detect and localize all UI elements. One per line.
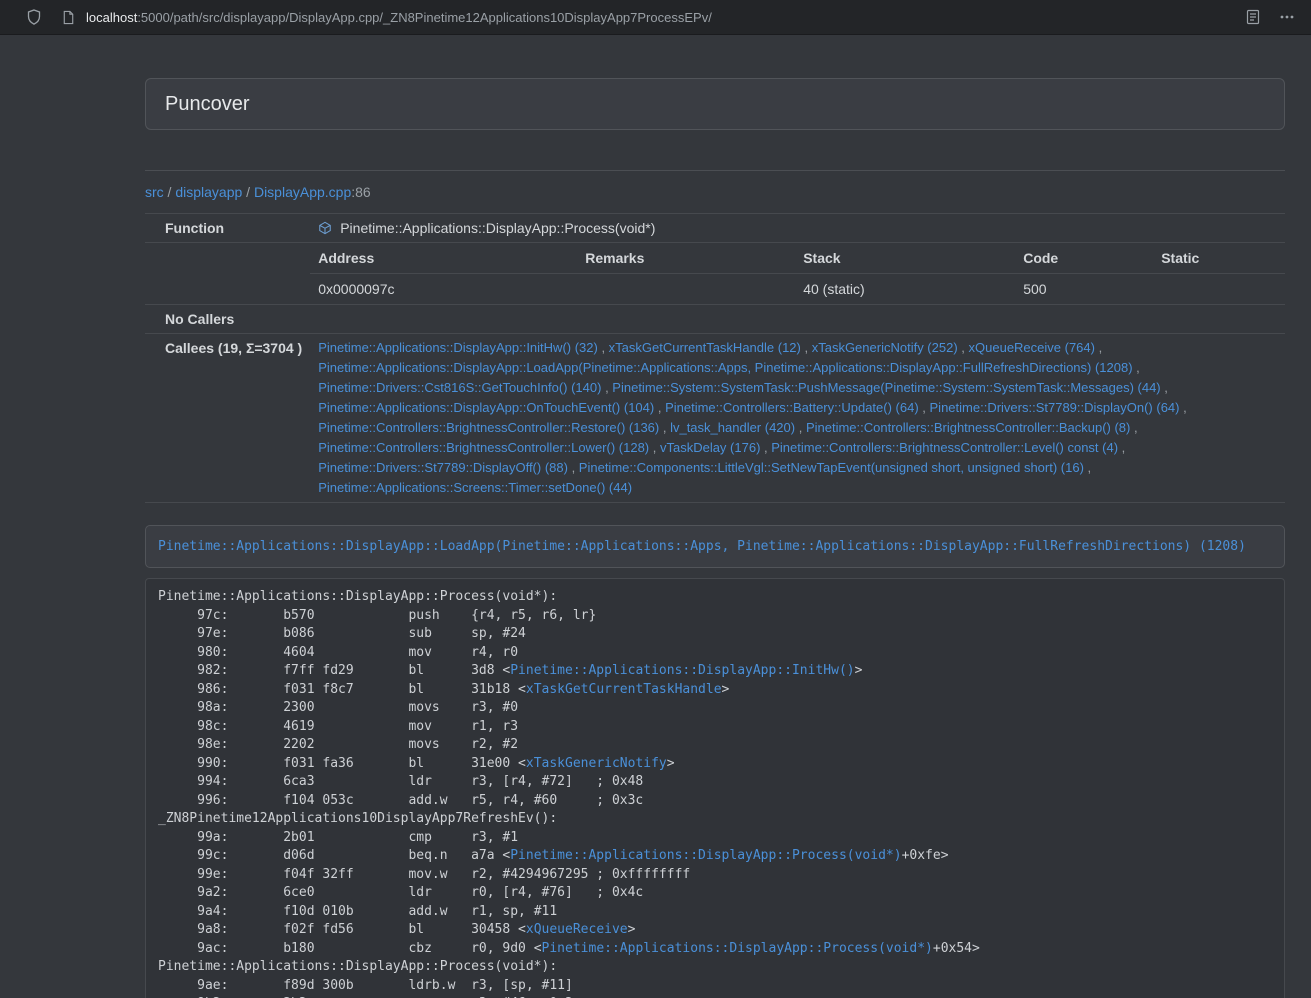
- callee-separator: ,: [760, 440, 771, 455]
- callee-separator: ,: [1130, 420, 1137, 435]
- callee-separator: ,: [1180, 400, 1187, 415]
- empty-row-label: [145, 243, 310, 305]
- function-stats-table: Address Remarks Stack Code Static 0x0000…: [310, 243, 1285, 304]
- disassembly-code: Pinetime::Applications::DisplayApp::Proc…: [145, 578, 1285, 998]
- callers-cell: [310, 305, 1285, 334]
- address-value: 0x0000097c: [310, 274, 577, 305]
- table-row: No Callers: [145, 305, 1285, 334]
- remarks-value: [577, 274, 795, 305]
- callee-separator: ,: [654, 400, 665, 415]
- disassembly-symbol-link[interactable]: xQueueReceive: [526, 922, 628, 937]
- table-row: Callees (19, Σ=3704 ) Pinetime::Applicat…: [145, 334, 1285, 503]
- shield-icon[interactable]: [24, 7, 44, 27]
- breadcrumb-link[interactable]: displayapp: [175, 184, 242, 200]
- code-value: 500: [1015, 274, 1153, 305]
- url-host: localhost: [86, 10, 137, 25]
- disassembly-symbol-link[interactable]: xTaskGenericNotify: [526, 756, 667, 771]
- callee-link[interactable]: Pinetime::System::SystemTask::PushMessag…: [612, 380, 1160, 395]
- page-title: Puncover: [165, 92, 1265, 116]
- callee-link[interactable]: Pinetime::Components::LittleVgl::SetNewT…: [579, 460, 1084, 475]
- callee-link[interactable]: Pinetime::Applications::DisplayApp::Init…: [318, 340, 598, 355]
- callee-link[interactable]: Pinetime::Controllers::BrightnessControl…: [771, 440, 1118, 455]
- callee-link[interactable]: Pinetime::Applications::DisplayApp::Load…: [318, 360, 1132, 375]
- callee-separator: ,: [919, 400, 930, 415]
- function-name-cell: Pinetime::Applications::DisplayApp::Proc…: [310, 214, 1285, 243]
- disassembly-symbol-link[interactable]: xTaskGetCurrentTaskHandle: [526, 682, 722, 697]
- content-container: Puncover src / displayapp / DisplayApp.c…: [145, 78, 1285, 998]
- highlight-panel: Pinetime::Applications::DisplayApp::Load…: [145, 525, 1285, 568]
- callee-link[interactable]: lv_task_handler (420): [670, 420, 795, 435]
- callee-link[interactable]: Pinetime::Controllers::BrightnessControl…: [318, 420, 659, 435]
- function-table: Function Pinetime::Applications::Display…: [145, 213, 1285, 503]
- static-value: [1153, 274, 1285, 305]
- column-header-static: Static: [1153, 243, 1285, 274]
- stack-value: 40 (static): [795, 274, 1015, 305]
- callee-separator: ,: [801, 340, 812, 355]
- callee-link[interactable]: Pinetime::Applications::DisplayApp::OnTo…: [318, 400, 654, 415]
- callee-link[interactable]: Pinetime::Drivers::Cst816S::GetTouchInfo…: [318, 380, 601, 395]
- table-header-row: Address Remarks Stack Code Static: [310, 243, 1285, 274]
- callees-label: Callees (19, Σ=3704 ): [145, 334, 310, 503]
- callee-link[interactable]: Pinetime::Drivers::St7789::DisplayOff() …: [318, 460, 568, 475]
- browser-menu-icon[interactable]: [1277, 7, 1297, 27]
- breadcrumb-separator: /: [164, 184, 176, 200]
- callee-link[interactable]: Pinetime::Controllers::Battery::Update()…: [665, 400, 919, 415]
- callee-separator: ,: [601, 380, 612, 395]
- disassembly-symbol-link[interactable]: Pinetime::Applications::DisplayApp::Init…: [510, 663, 854, 678]
- callee-separator: ,: [795, 420, 806, 435]
- page-content: Puncover src / displayapp / DisplayApp.c…: [0, 35, 1311, 998]
- callee-link[interactable]: vTaskDelay (176): [660, 440, 760, 455]
- disassembly-symbol-link[interactable]: Pinetime::Applications::DisplayApp::Proc…: [542, 941, 933, 956]
- callee-link[interactable]: Pinetime::Drivers::St7789::DisplayOn() (…: [930, 400, 1180, 415]
- callee-separator: ,: [598, 340, 609, 355]
- callee-separator: ,: [1161, 380, 1168, 395]
- column-header-address: Address: [310, 243, 577, 274]
- function-row-label: Function: [145, 214, 310, 243]
- callee-separator: ,: [649, 440, 660, 455]
- callee-link[interactable]: Pinetime::Controllers::BrightnessControl…: [318, 440, 649, 455]
- table-row: 0x0000097c 40 (static) 500: [310, 274, 1285, 305]
- callee-separator: ,: [1084, 460, 1091, 475]
- page-favicon-icon: [58, 7, 78, 27]
- callee-link[interactable]: Pinetime::Controllers::BrightnessControl…: [806, 420, 1130, 435]
- url-path: :5000/path/src/displayapp/DisplayApp.cpp…: [137, 10, 712, 25]
- callees-list: Pinetime::Applications::DisplayApp::Init…: [310, 334, 1285, 503]
- callee-link[interactable]: xTaskGenericNotify (252): [812, 340, 958, 355]
- address-bar[interactable]: localhost:5000/path/src/displayapp/Displ…: [86, 10, 712, 25]
- callee-separator: ,: [1095, 340, 1102, 355]
- method-icon: [318, 220, 332, 234]
- callee-separator: ,: [659, 420, 670, 435]
- function-name: Pinetime::Applications::DisplayApp::Proc…: [340, 220, 655, 236]
- breadcrumb-line-number: :86: [351, 184, 370, 200]
- function-stats-cell: Address Remarks Stack Code Static 0x0000…: [310, 243, 1285, 305]
- callee-link[interactable]: Pinetime::Applications::Screens::Timer::…: [318, 480, 632, 495]
- disassembly-symbol-link[interactable]: Pinetime::Applications::DisplayApp::Proc…: [510, 848, 901, 863]
- divider: [145, 170, 1285, 171]
- browser-toolbar: localhost:5000/path/src/displayapp/Displ…: [0, 0, 1311, 35]
- callee-link[interactable]: xTaskGetCurrentTaskHandle (12): [609, 340, 801, 355]
- callee-separator: ,: [568, 460, 579, 475]
- column-header-stack: Stack: [795, 243, 1015, 274]
- reader-mode-icon[interactable]: [1243, 7, 1263, 27]
- callee-separator: ,: [1118, 440, 1125, 455]
- breadcrumb-separator: /: [242, 184, 254, 200]
- breadcrumb-link[interactable]: src: [145, 184, 164, 200]
- callee-separator: ,: [958, 340, 969, 355]
- highlight-panel-link[interactable]: Pinetime::Applications::DisplayApp::Load…: [158, 539, 1246, 554]
- breadcrumb-link[interactable]: DisplayApp.cpp: [254, 184, 351, 200]
- table-row: Function Pinetime::Applications::Display…: [145, 214, 1285, 243]
- no-callers-label: No Callers: [145, 305, 310, 334]
- callee-separator: ,: [1133, 360, 1140, 375]
- table-row: Address Remarks Stack Code Static 0x0000…: [145, 243, 1285, 305]
- breadcrumb: src / displayapp / DisplayApp.cpp:86: [145, 183, 1285, 201]
- column-header-code: Code: [1015, 243, 1153, 274]
- column-header-remarks: Remarks: [577, 243, 795, 274]
- app-header: Puncover: [145, 78, 1285, 130]
- callee-link[interactable]: xQueueReceive (764): [969, 340, 1095, 355]
